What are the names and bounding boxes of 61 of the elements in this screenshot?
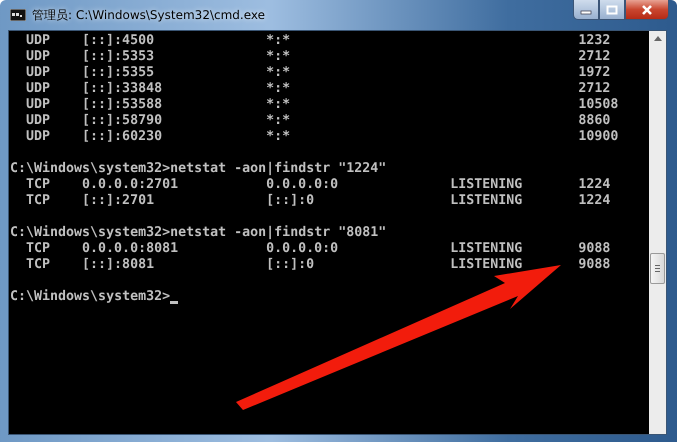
local-address-text: 0.0.0.0:8081 <box>82 241 180 257</box>
scroll-thumb[interactable] <box>650 253 665 284</box>
window-title: 管理员: C:\Windows\System32\cmd.exe <box>32 6 265 24</box>
protocol-text: TCP <box>26 193 52 209</box>
local-address-text: [::]:60230 <box>82 129 164 145</box>
maximize-button[interactable] <box>599 0 625 20</box>
local-address-text: [::]:5353 <box>82 49 156 65</box>
state-text: LISTENING <box>450 177 522 193</box>
foreign-address-text: 0.0.0.0:0 <box>266 241 340 257</box>
protocol-text: TCP <box>26 257 52 273</box>
protocol-text: UDP <box>26 65 52 81</box>
pid-text: 2712 <box>578 81 610 97</box>
pid-text: 8860 <box>578 113 610 129</box>
foreign-address-text: 0.0.0.0:0 <box>266 177 340 193</box>
pid-text: 10900 <box>578 129 618 145</box>
minimize-button[interactable] <box>573 0 599 20</box>
close-icon <box>640 4 654 16</box>
foreign-address-text: [::]:0 <box>266 193 316 209</box>
foreign-address-text: *:* <box>266 129 292 145</box>
local-address-text: [::]:4500 <box>82 33 156 49</box>
protocol-text: TCP <box>26 241 52 257</box>
local-address-text: [::]:33848 <box>82 81 164 97</box>
protocol-text: UDP <box>26 81 52 97</box>
foreign-address-text: *:* <box>266 33 292 49</box>
pid-text: 1972 <box>578 65 610 81</box>
foreign-address-text: [::]:0 <box>266 257 316 273</box>
foreign-address-text: *:* <box>266 49 292 65</box>
pid-text: 1224 <box>578 193 610 209</box>
command-line: C:\Windows\system32> <box>10 289 170 305</box>
pid-text: 1232 <box>578 33 610 49</box>
console-icon <box>10 9 26 21</box>
pid-text: 1224 <box>578 177 610 193</box>
local-address-text: [::]:2701 <box>82 193 156 209</box>
local-address-text: [::]:58790 <box>82 113 164 129</box>
pid-text: 2712 <box>578 49 610 65</box>
state-text: LISTENING <box>450 241 522 257</box>
local-address-text: [::]:5355 <box>82 65 156 81</box>
command-line: C:\Windows\system32>netstat -aon|findstr "1224" <box>10 161 386 177</box>
scroll-up-icon[interactable] <box>654 36 662 41</box>
protocol-text: UDP <box>26 49 52 65</box>
foreign-address-text: *:* <box>266 81 292 97</box>
foreign-address-text: *:* <box>266 113 292 129</box>
protocol-text: UDP <box>26 97 52 113</box>
protocol-text: UDP <box>26 129 52 145</box>
protocol-text: UDP <box>26 33 52 49</box>
protocol-text: UDP <box>26 113 52 129</box>
pid-text: 9088 <box>578 241 610 257</box>
vertical-scrollbar[interactable] <box>649 31 666 434</box>
state-text: LISTENING <box>450 193 522 209</box>
local-address-text: [::]:8081 <box>82 257 156 273</box>
local-address-text: 0.0.0.0:2701 <box>82 177 180 193</box>
local-address-text: [::]:53588 <box>82 97 164 113</box>
command-line: C:\Windows\system32>netstat -aon|findstr "8081" <box>10 225 386 241</box>
foreign-address-text: *:* <box>266 65 292 81</box>
pid-text: 9088 <box>578 257 610 273</box>
foreign-address-text: *:* <box>266 97 292 113</box>
protocol-text: TCP <box>26 177 52 193</box>
maximize-icon <box>606 4 618 14</box>
pid-text: 10508 <box>578 97 618 113</box>
state-text: LISTENING <box>450 257 522 273</box>
close-button[interactable] <box>625 0 669 20</box>
